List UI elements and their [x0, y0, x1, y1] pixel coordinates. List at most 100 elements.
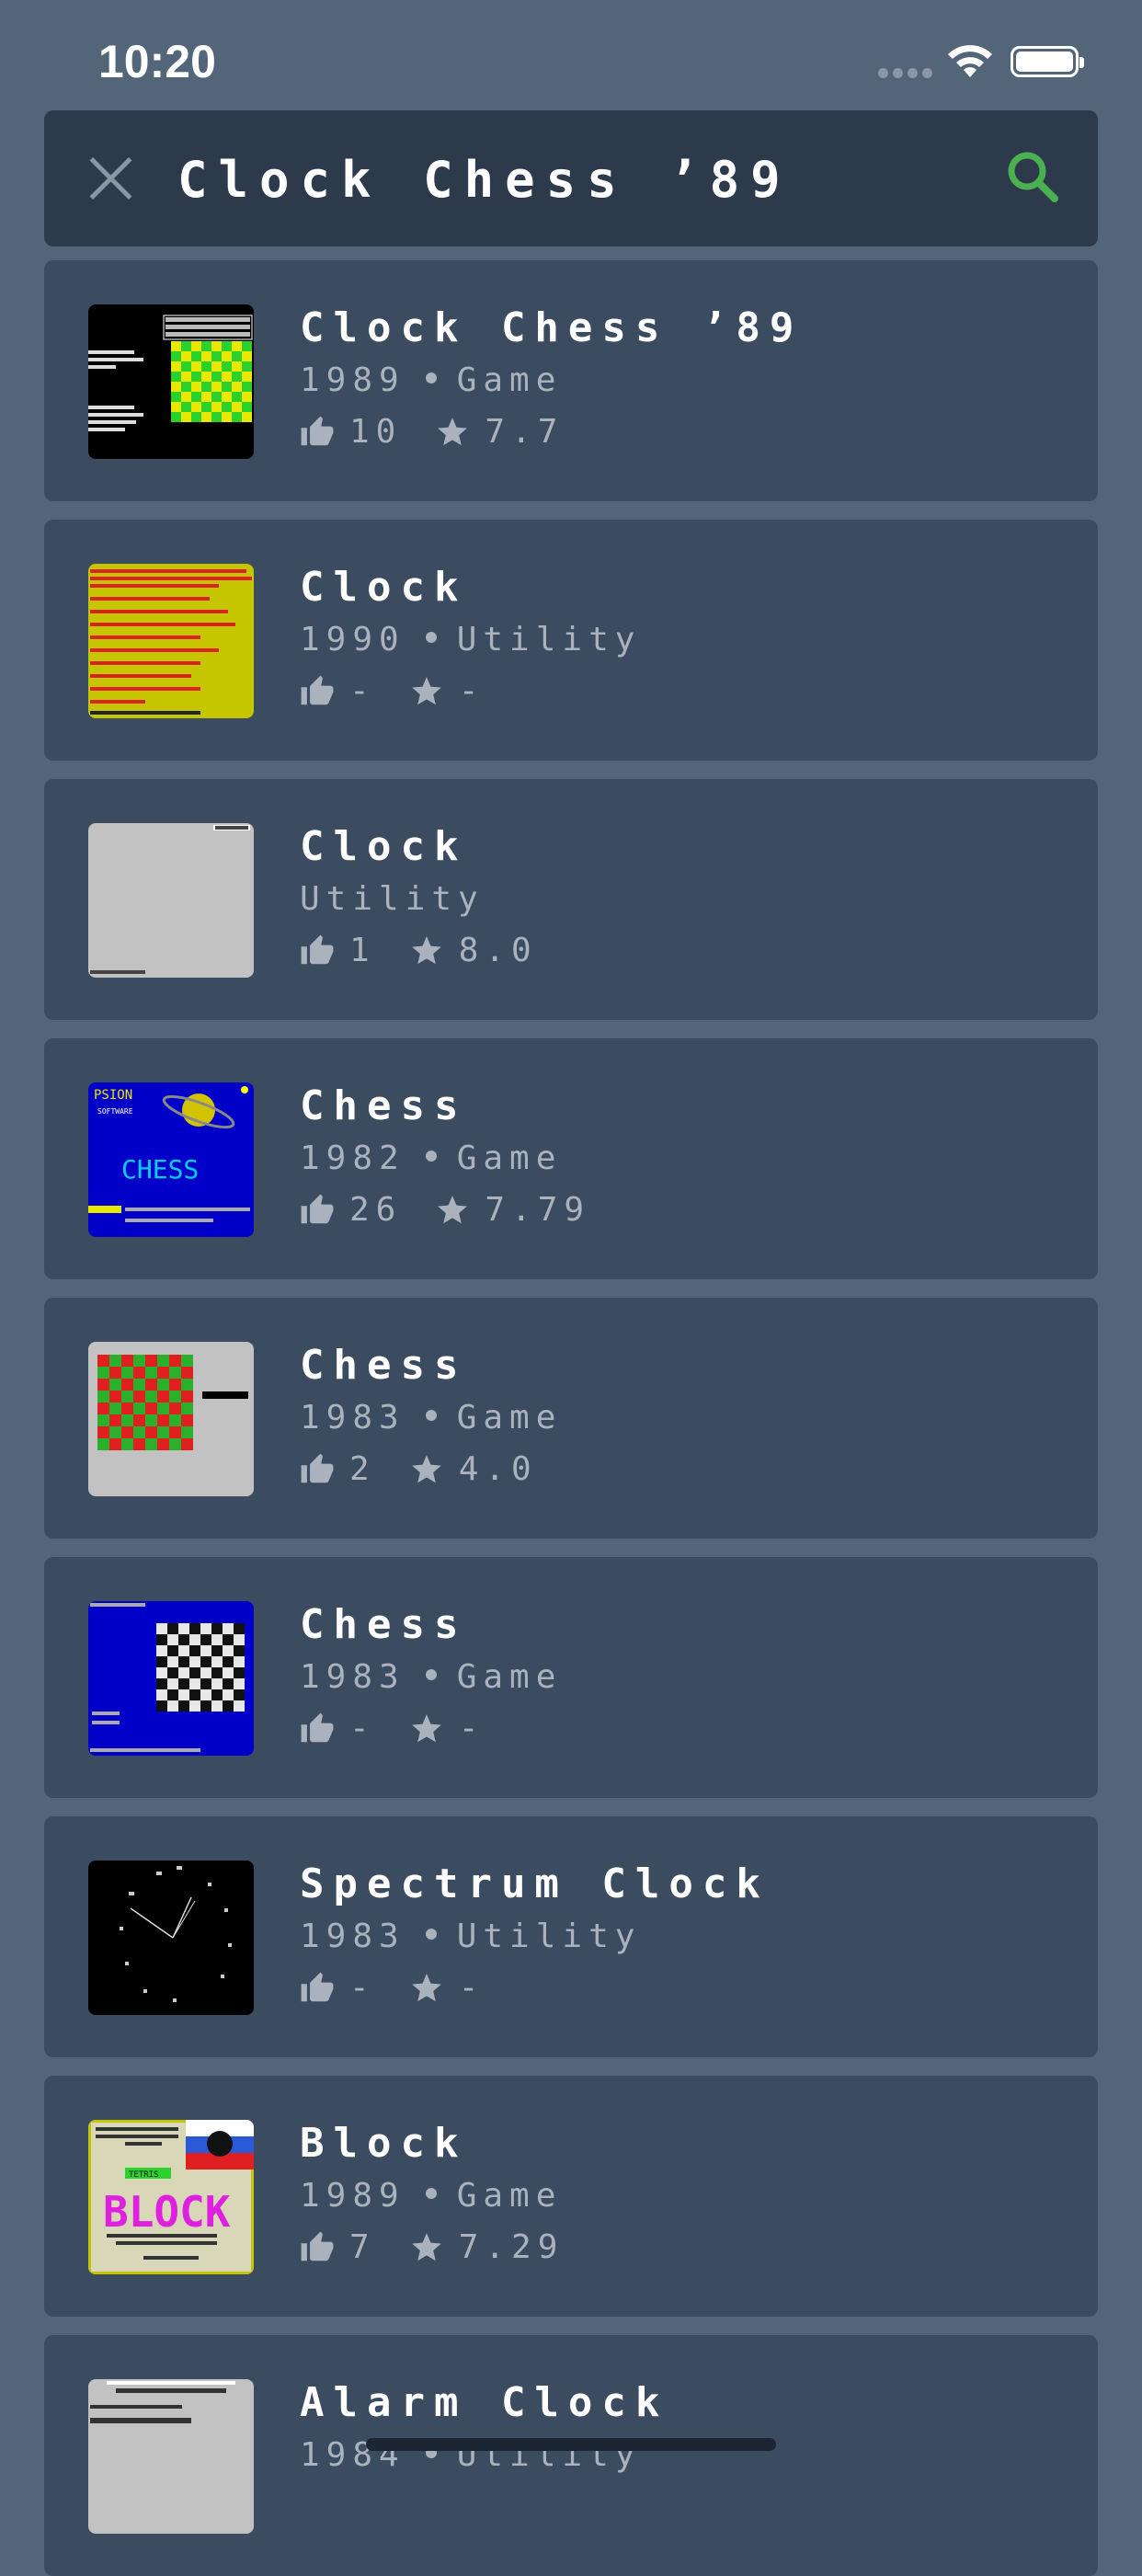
status-bar: 10:20 — [0, 0, 1142, 110]
game-category: Utility — [300, 880, 485, 918]
game-title: Chess — [300, 1601, 468, 1648]
rating-value: - — [458, 1969, 485, 2007]
likes-count: 26 — [349, 1191, 403, 1229]
game-thumbnail: TETRIS BLOCK — [88, 2120, 254, 2274]
game-year: 1989 — [300, 361, 405, 399]
status-time: 10:20 — [98, 36, 216, 87]
star-icon — [411, 2232, 441, 2261]
game-thumbnail — [88, 823, 254, 978]
game-meta: 1983 Utility — [300, 1918, 641, 1955]
game-meta: 1989 Game — [300, 2177, 562, 2215]
thumb-tetris-text: TETRIS — [129, 2170, 159, 2180]
thumb-chess-text: CHESS — [121, 1154, 199, 1185]
thumb-software-text: SOFTWARE — [97, 1107, 133, 1116]
likes-count: - — [349, 1710, 376, 1747]
game-category: Utility — [456, 1918, 642, 1955]
thumbs-up-icon — [301, 1194, 334, 1223]
result-card[interactable]: Spectrum Clock 1983 Utility - - — [44, 1816, 1098, 2057]
search-icon[interactable] — [1005, 149, 1060, 204]
star-icon — [411, 676, 441, 704]
game-meta: 1983 Game — [300, 1658, 562, 1696]
rating-value: 4.0 — [458, 1450, 538, 1488]
game-thumbnail — [88, 564, 254, 718]
game-stats: 7 7.29 — [300, 2228, 564, 2266]
game-stats: - - — [300, 672, 485, 710]
result-card[interactable]: TETRIS BLOCK Block 1989 Game 7 7.29 — [44, 2076, 1098, 2317]
game-year: 1983 — [300, 1658, 405, 1696]
rating-value: 8.0 — [458, 932, 538, 969]
game-title: Clock Chess ’89 — [300, 304, 804, 351]
star-icon — [411, 1973, 441, 2001]
game-title: Chess — [300, 1342, 468, 1389]
thumb-block-text: BLOCK — [103, 2187, 231, 2237]
thumbs-up-icon — [301, 416, 334, 445]
game-meta: Utility — [300, 880, 485, 918]
game-category: Game — [456, 1658, 563, 1696]
rating-value: 7.79 — [485, 1191, 591, 1229]
thumbs-up-icon — [301, 1972, 334, 2001]
rating-value: 7.29 — [458, 2228, 565, 2266]
game-meta: 1989 Game — [300, 361, 562, 399]
game-title: Block — [300, 2120, 468, 2167]
likes-count: 2 — [349, 1450, 376, 1488]
game-stats: - - — [300, 1710, 485, 1747]
star-icon — [411, 1713, 441, 1742]
game-thumbnail — [88, 1860, 254, 2015]
game-stats: 1 8.0 — [300, 932, 538, 969]
game-thumbnail: PSION SOFTWARE CHESS — [88, 1082, 254, 1237]
game-title: Clock — [300, 564, 468, 611]
result-card[interactable]: Clock Chess ’89 1989 Game 10 7.7 — [44, 260, 1098, 501]
game-thumbnail — [88, 2379, 254, 2534]
thumbs-up-icon — [301, 934, 334, 964]
star-icon — [411, 1454, 441, 1483]
game-year: 1989 — [300, 2177, 405, 2215]
game-year: 1983 — [300, 1399, 405, 1437]
likes-count: 7 — [349, 2228, 376, 2266]
result-card[interactable]: PSION SOFTWARE CHESS Chess 1982 Game 26 7… — [44, 1038, 1098, 1279]
result-card[interactable]: Alarm Clock 1984 Utility — [44, 2335, 1098, 2576]
game-category: Game — [456, 2177, 563, 2215]
cellular-signal-icon — [878, 68, 932, 78]
game-stats: 2 4.0 — [300, 1450, 538, 1488]
game-title: Clock — [300, 823, 468, 870]
game-year: 1983 — [300, 1918, 405, 1955]
star-icon — [438, 417, 468, 445]
game-meta: 1990 Utility — [300, 621, 641, 658]
result-card[interactable]: Chess 1983 Game - - — [44, 1557, 1098, 1798]
likes-count: - — [349, 1969, 376, 2007]
thumbs-up-icon — [301, 1712, 334, 1742]
star-icon — [438, 1195, 468, 1223]
game-category: Game — [456, 361, 563, 399]
result-card[interactable]: Chess 1983 Game 2 4.0 — [44, 1298, 1098, 1539]
thumbs-up-icon — [301, 1453, 334, 1483]
search-input[interactable] — [177, 138, 987, 221]
game-meta: 1982 Game — [300, 1139, 562, 1177]
likes-count: - — [349, 672, 376, 710]
likes-count: 1 — [349, 932, 376, 969]
star-icon — [411, 935, 441, 964]
game-thumbnail — [88, 1601, 254, 1756]
game-category: Utility — [456, 621, 642, 658]
game-thumbnail — [88, 304, 254, 459]
home-indicator[interactable] — [366, 2438, 776, 2451]
close-icon[interactable] — [88, 156, 132, 200]
game-thumbnail — [88, 1342, 254, 1496]
search-bar — [44, 110, 1098, 246]
result-card[interactable]: Clock Utility 1 8.0 — [44, 779, 1098, 1020]
game-category: Game — [456, 1139, 563, 1177]
rating-value: 7.7 — [485, 413, 565, 451]
thumbs-up-icon — [301, 675, 334, 704]
game-year: 1982 — [300, 1139, 405, 1177]
battery-icon — [1011, 46, 1084, 77]
game-category: Game — [456, 1399, 563, 1437]
result-card[interactable]: Clock 1990 Utility - - — [44, 520, 1098, 761]
game-title: Chess — [300, 1082, 468, 1129]
game-stats: - - — [300, 1969, 485, 2007]
game-year: 1990 — [300, 621, 405, 658]
thumbs-up-icon — [301, 2231, 334, 2261]
thumb-psion-text: PSION — [94, 1088, 132, 1103]
game-meta: 1983 Game — [300, 1399, 562, 1437]
game-title: Spectrum Clock — [300, 1860, 770, 1907]
game-stats: 10 7.7 — [300, 413, 564, 451]
likes-count: 10 — [349, 413, 403, 451]
